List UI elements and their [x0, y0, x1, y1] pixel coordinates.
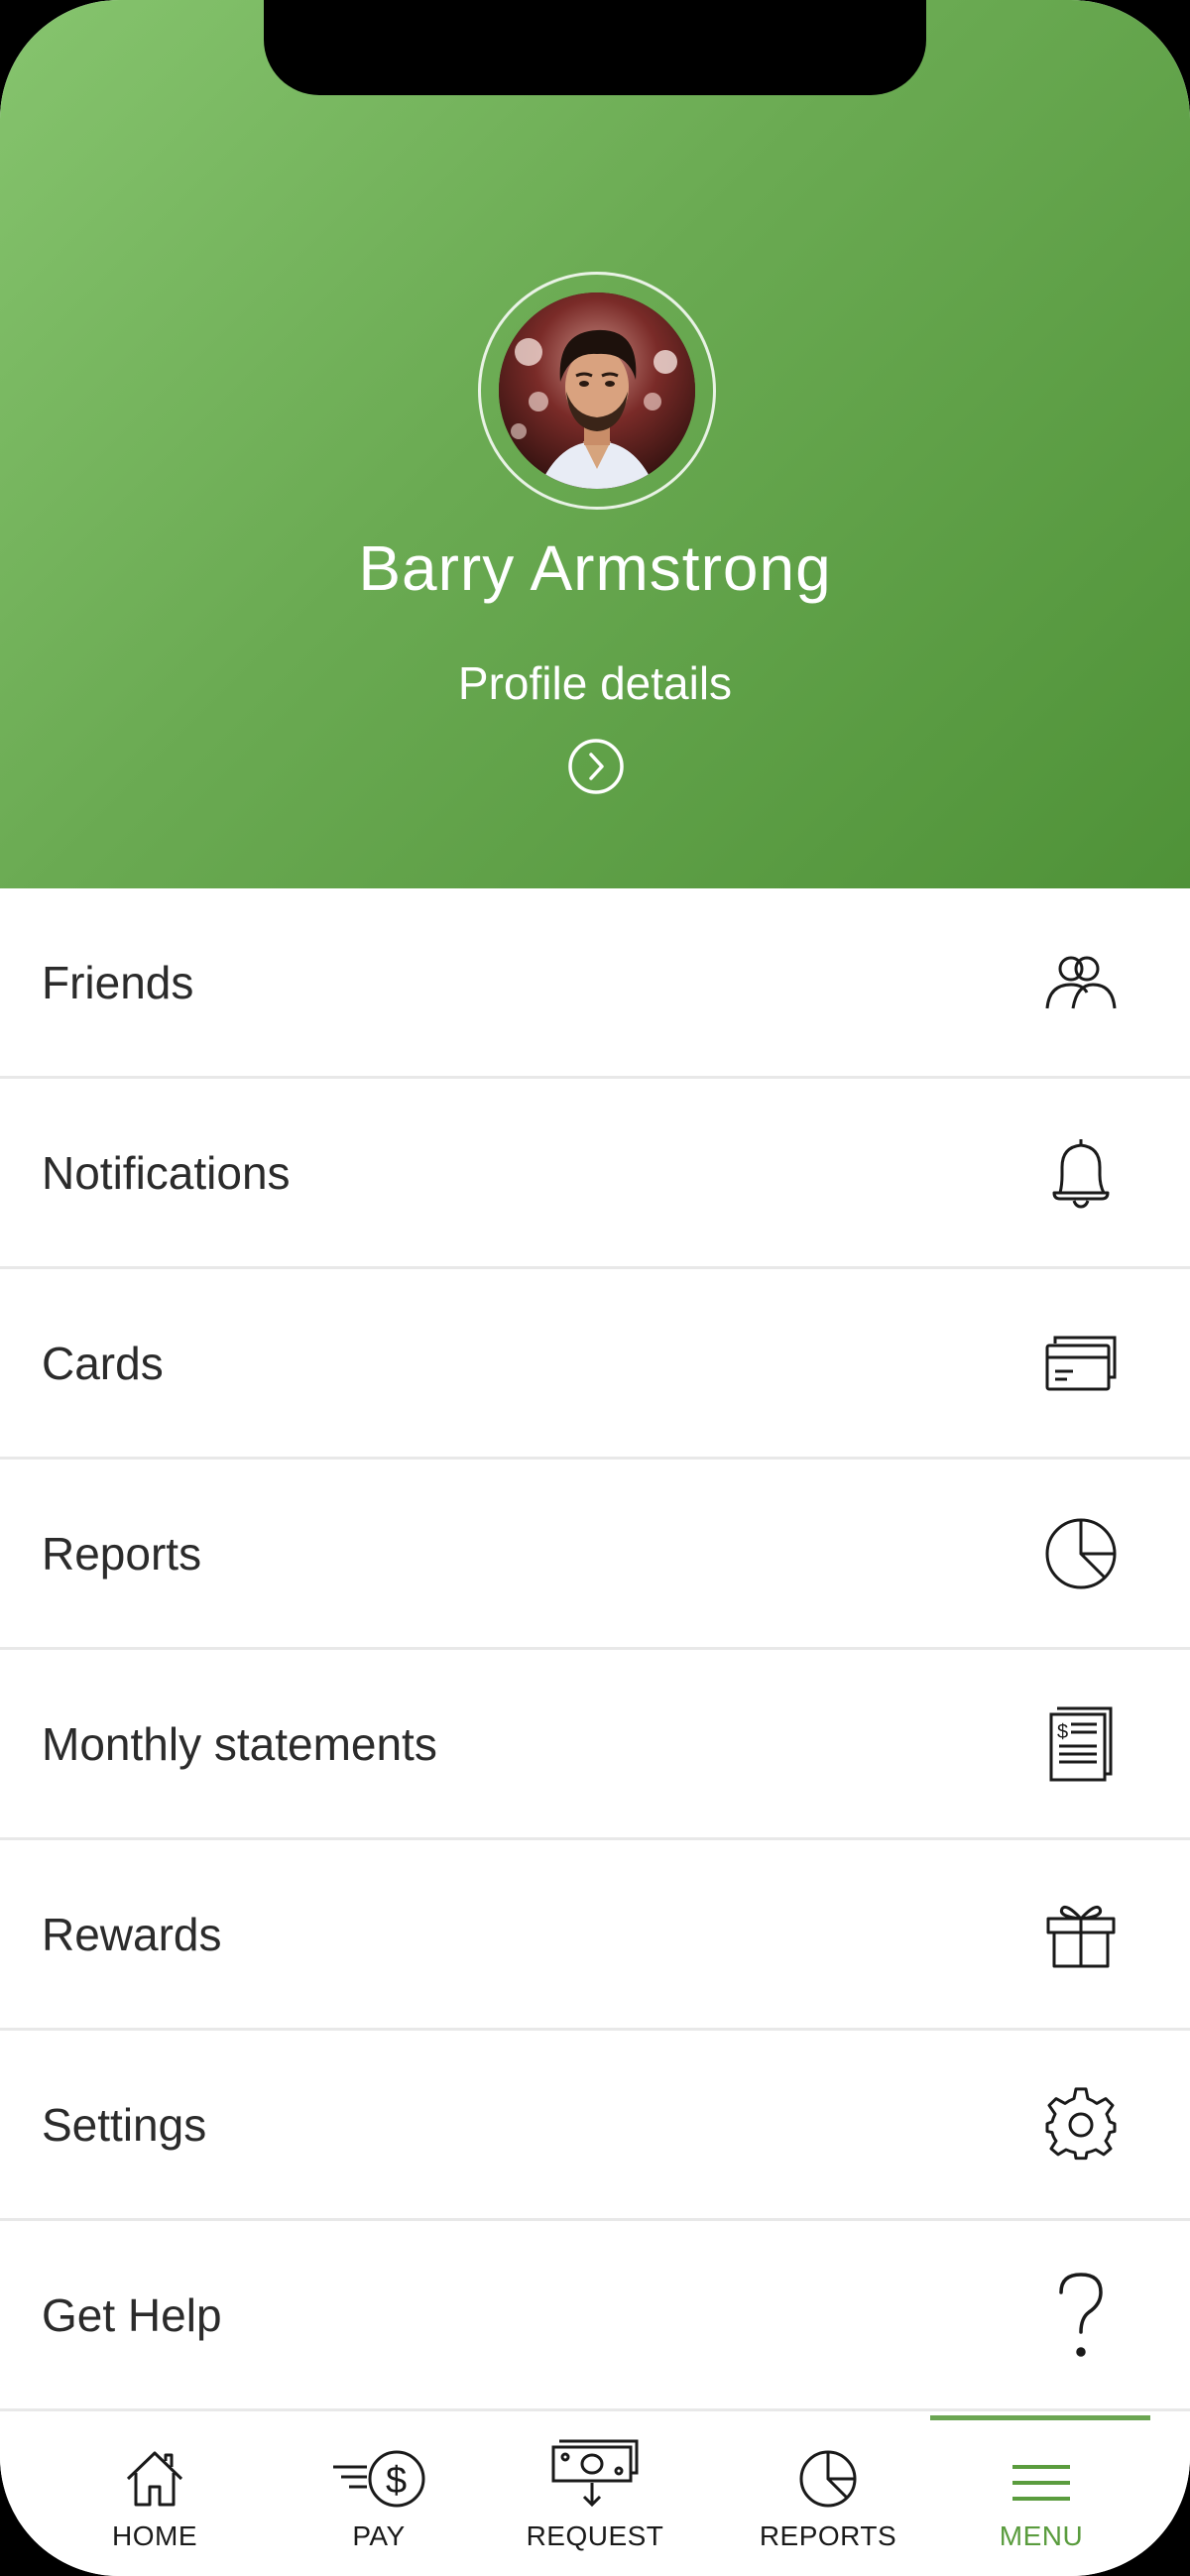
menu-item-reports[interactable]: Reports	[0, 1460, 1190, 1650]
menu-item-settings[interactable]: Settings	[0, 2031, 1190, 2221]
tab-request[interactable]: REQUEST	[526, 2415, 664, 2576]
bell-icon	[1043, 1135, 1119, 1211]
tab-label: MENU	[999, 2520, 1084, 2551]
menu-item-label: Reports	[42, 1527, 202, 1580]
question-icon	[1043, 2272, 1119, 2357]
chevron-right-circle-icon[interactable]	[567, 738, 625, 795]
tab-reports[interactable]: REPORTS	[759, 2415, 897, 2576]
avatar	[499, 293, 695, 489]
menu-item-label: Get Help	[42, 2288, 222, 2341]
home-icon	[124, 2439, 185, 2509]
pay-icon: $	[329, 2439, 428, 2509]
menu-item-cards[interactable]: Cards	[0, 1269, 1190, 1460]
tab-label: REQUEST	[526, 2520, 664, 2551]
reports-icon	[798, 2439, 858, 2509]
bottom-tab-bar: HOME $ PAY REQUEST REPORTS MENU	[0, 2415, 1190, 2576]
profile-name: Barry Armstrong	[358, 532, 832, 604]
menu-item-friends[interactable]: Friends	[0, 888, 1190, 1079]
friends-icon	[1043, 945, 1119, 1020]
menu-item-label: Friends	[42, 956, 194, 1008]
statement-icon: $	[1043, 1706, 1119, 1782]
request-icon	[549, 2439, 641, 2509]
profile-details-link[interactable]: Profile details	[0, 656, 1190, 710]
device-notch	[264, 0, 926, 95]
menu-item-label: Cards	[42, 1337, 164, 1389]
tab-label: PAY	[352, 2520, 406, 2551]
gear-icon	[1043, 2086, 1119, 2163]
menu-item-label: Rewards	[42, 1908, 222, 1960]
cards-icon	[1043, 1326, 1119, 1401]
menu-item-get-help[interactable]: Get Help	[0, 2221, 1190, 2411]
menu-item-rewards[interactable]: Rewards	[0, 1840, 1190, 2031]
profile-header: Barry Armstrong Profile details	[0, 0, 1190, 888]
tab-home[interactable]: HOME	[95, 2415, 214, 2576]
avatar-ring[interactable]	[478, 272, 716, 510]
menu-item-label: Notifications	[42, 1146, 291, 1199]
menu-item-label: Monthly statements	[42, 1717, 437, 1770]
tab-menu[interactable]: MENU	[982, 2415, 1101, 2576]
menu-item-monthly-statements[interactable]: Monthly statements $	[0, 1650, 1190, 1840]
tab-label: REPORTS	[759, 2520, 897, 2551]
menu-icon	[1011, 2439, 1072, 2509]
svg-text:$: $	[1057, 1721, 1068, 1743]
menu-list: Friends Notifications Cards Reports Mont…	[0, 888, 1190, 2411]
svg-text:$: $	[386, 2460, 407, 2502]
gift-icon	[1043, 1897, 1119, 1972]
tab-label: HOME	[112, 2520, 197, 2551]
app-screen: Barry Armstrong Profile details Friends …	[0, 0, 1190, 2576]
pie-chart-icon	[1043, 1516, 1119, 1591]
menu-item-label: Settings	[42, 2098, 207, 2151]
tab-pay[interactable]: $ PAY	[319, 2415, 438, 2576]
menu-item-notifications[interactable]: Notifications	[0, 1079, 1190, 1269]
